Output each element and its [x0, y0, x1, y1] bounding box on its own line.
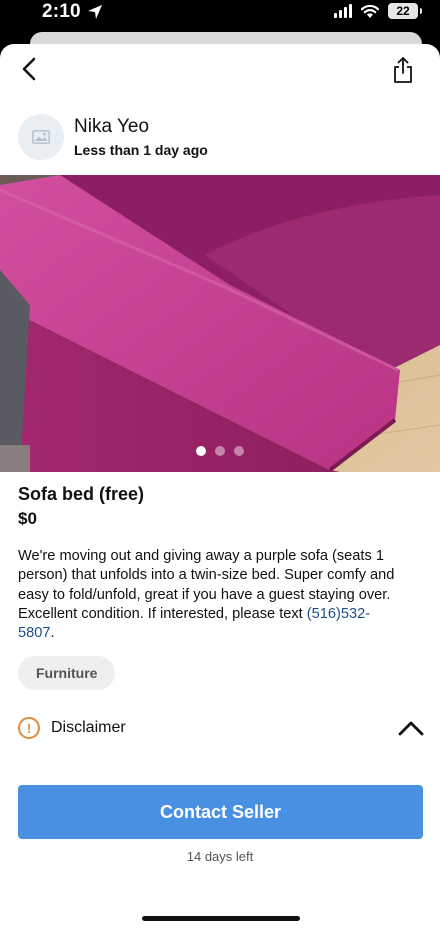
gallery-dot-3[interactable]: [234, 446, 244, 456]
seller-name[interactable]: Nika Yeo: [74, 116, 208, 138]
clock: 2:10: [42, 1, 81, 22]
days-left-text: 14 days left: [186, 849, 254, 864]
posted-time: Less than 1 day ago: [74, 142, 208, 158]
warning-icon: !: [18, 717, 40, 739]
listing-sheet: Nika Yeo Less than 1 day ago Sofa bed (f…: [0, 44, 440, 932]
chevron-left-icon: [22, 57, 36, 81]
gallery-dots: [0, 446, 440, 456]
battery-icon: 22: [388, 3, 422, 19]
seller-info[interactable]: Nika Yeo Less than 1 day ago: [18, 114, 208, 160]
share-icon: [394, 57, 412, 83]
sofa-image: [0, 175, 440, 472]
category-chip[interactable]: Furniture: [18, 656, 116, 690]
contact-seller-button[interactable]: Contact Seller: [18, 785, 423, 839]
disclaimer-label: Disclaimer: [51, 719, 126, 736]
location-arrow-icon: [87, 5, 102, 19]
avatar[interactable]: [18, 114, 64, 160]
signal-icon: [334, 4, 352, 18]
seller-text: Nika Yeo Less than 1 day ago: [74, 116, 208, 158]
wifi-icon: [360, 4, 380, 18]
listing-title: Sofa bed (free): [18, 484, 145, 504]
status-icons: 22: [334, 3, 422, 19]
nav-bar: [0, 44, 440, 100]
listing-photo[interactable]: [0, 175, 440, 472]
share-button[interactable]: [388, 54, 418, 86]
home-indicator[interactable]: [142, 916, 300, 921]
back-button[interactable]: [14, 54, 44, 84]
image-placeholder-icon: [32, 130, 50, 144]
listing-price: $0: [18, 509, 37, 528]
battery-level: 22: [396, 4, 410, 18]
gallery-dot-2[interactable]: [215, 446, 225, 456]
status-bar: 2:10 22: [0, 0, 440, 36]
gallery-dot-1[interactable]: [196, 446, 206, 456]
disclaimer-row[interactable]: ! Disclaimer: [18, 714, 424, 742]
description-end: .: [50, 625, 55, 642]
status-time: 2:10: [42, 1, 103, 23]
chevron-up-icon[interactable]: [398, 716, 424, 740]
listing-description: We're moving out and giving away a purpl…: [18, 547, 403, 643]
